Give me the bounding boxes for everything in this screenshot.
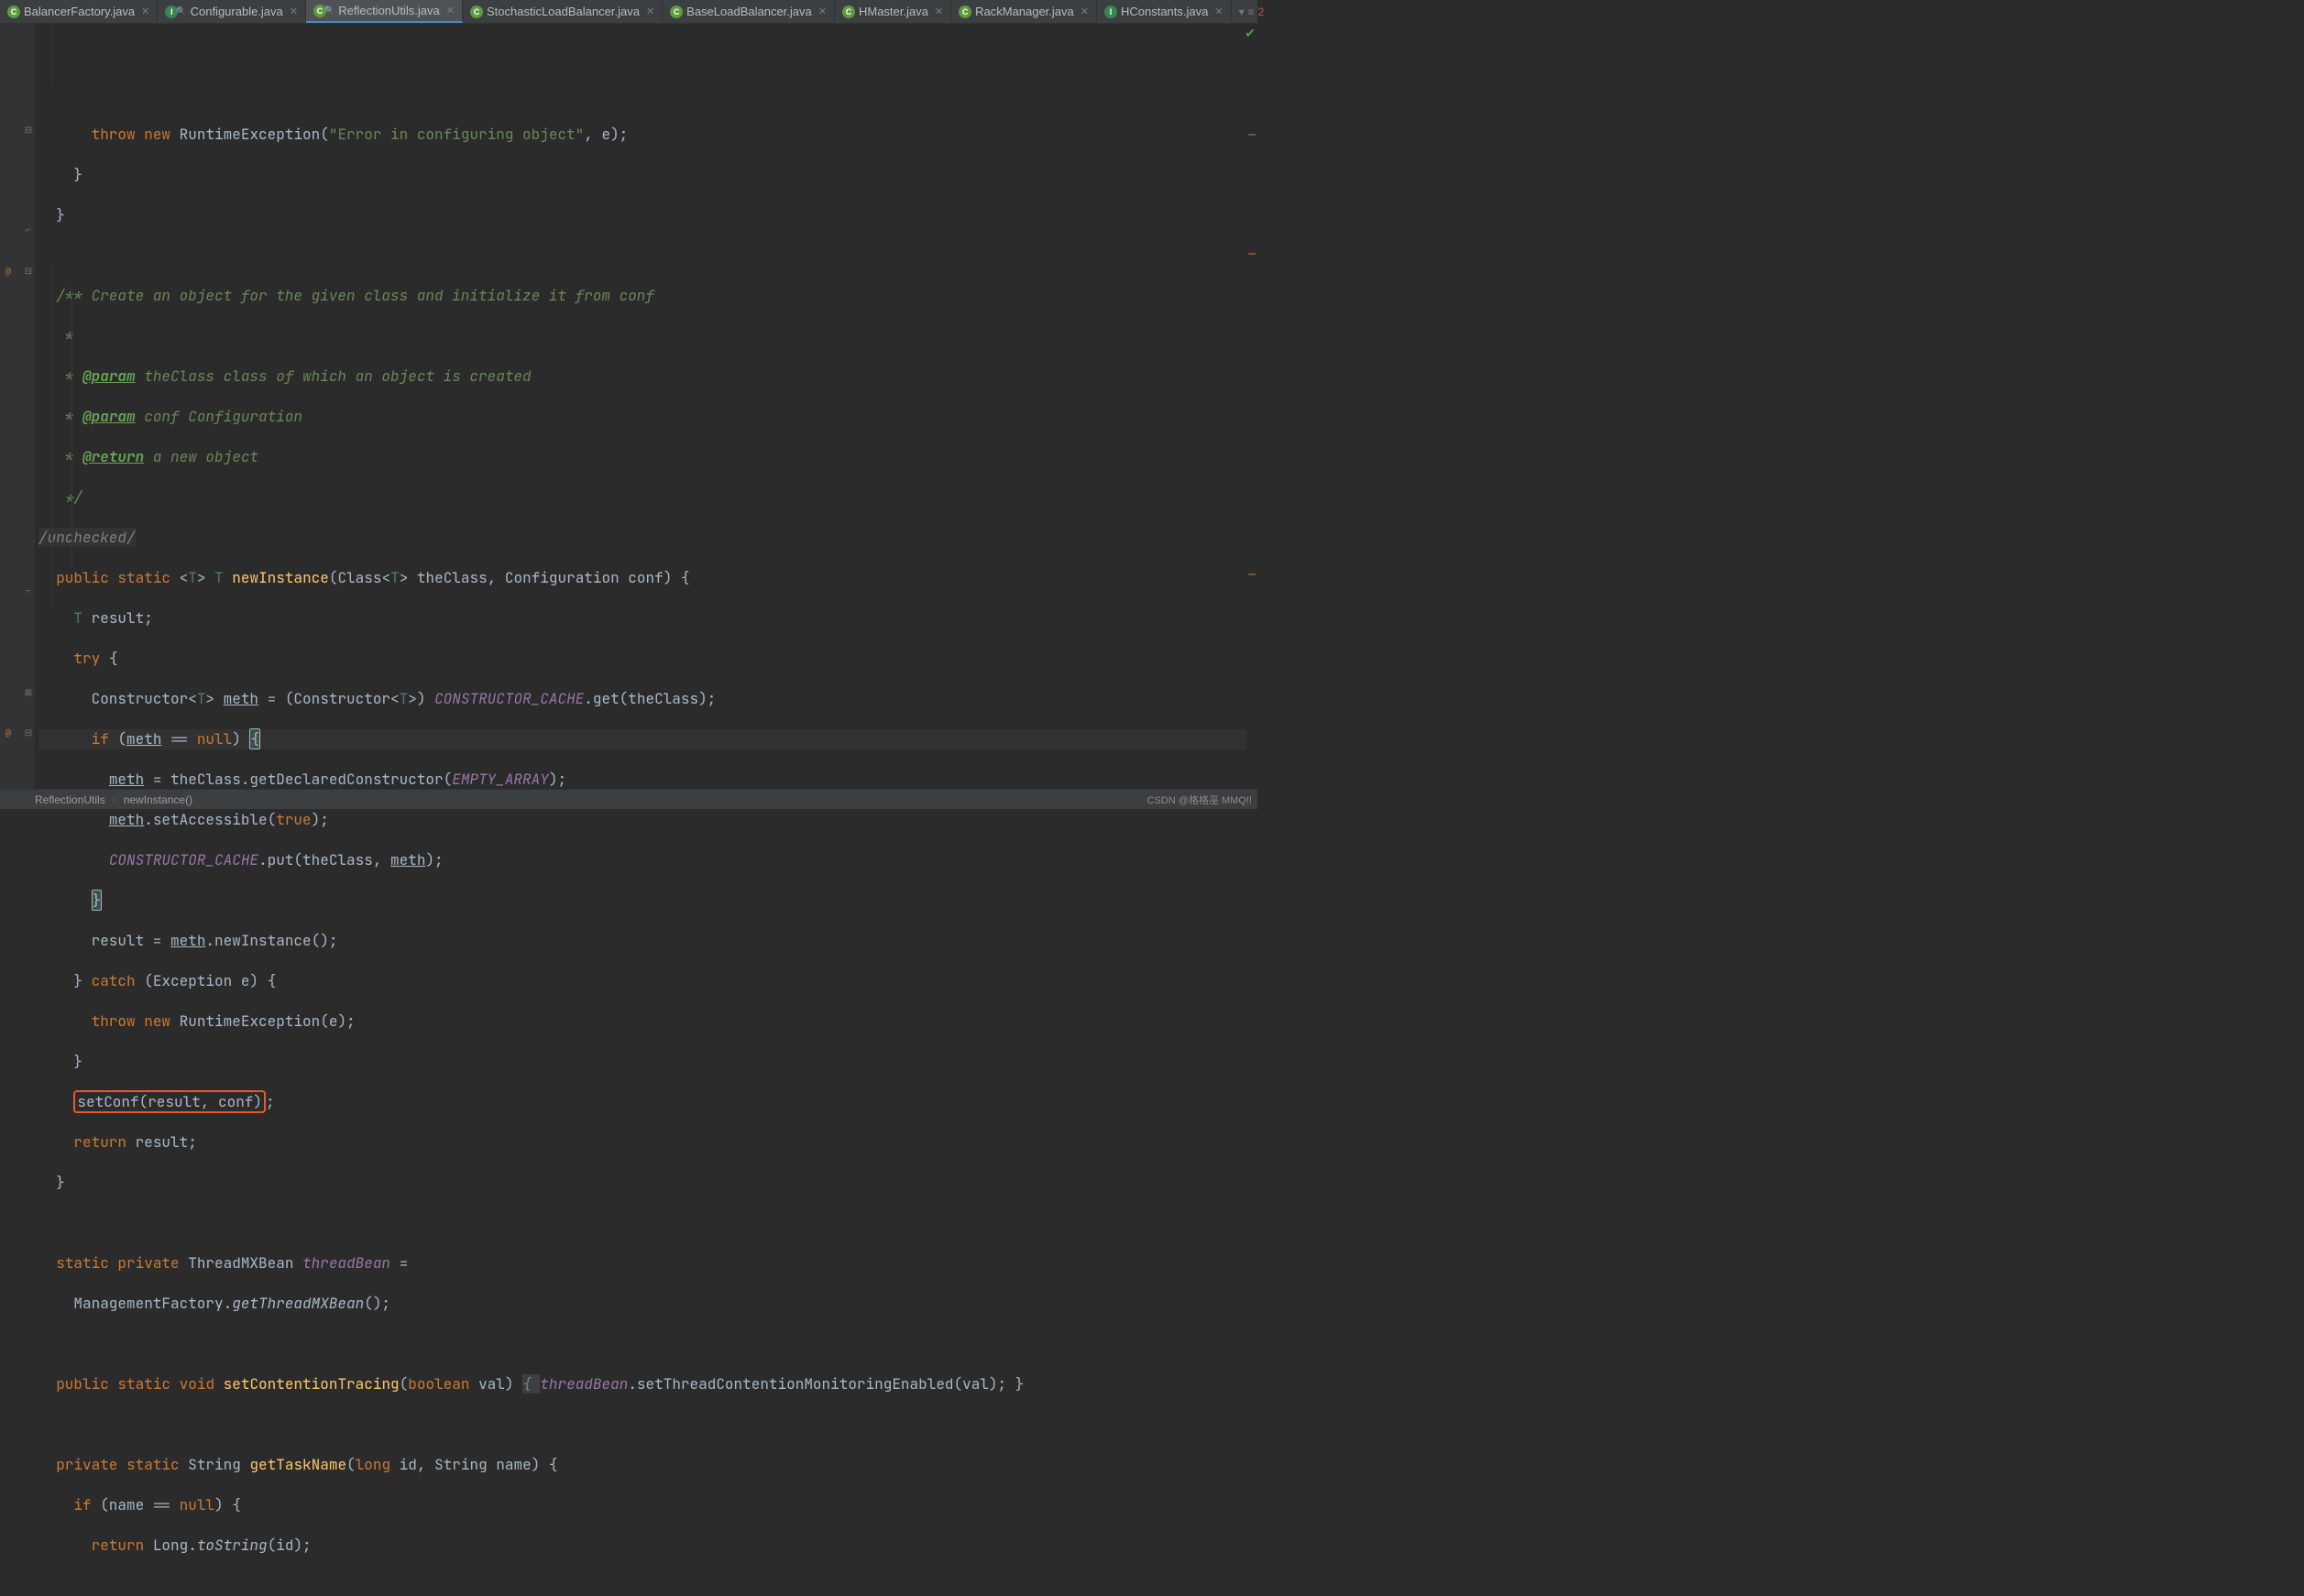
code-line: public static <T> T newInstance(Class<T>… — [38, 568, 1257, 588]
tab-stochasticloadbalancer-java[interactable]: C StochasticLoadBalancer.java ✕ — [463, 0, 663, 23]
code-line — [38, 246, 1257, 266]
highlighted-call: setConf(result, conf) — [73, 1090, 266, 1113]
code-line: * — [38, 326, 1257, 346]
tab-label: HConstants.java — [1121, 5, 1208, 18]
breadcrumb-sep: › — [113, 793, 116, 806]
watermark: CSDN @格格巫 MMQ!! — [1147, 793, 1252, 807]
code-line: public static void setContentionTracing(… — [38, 1374, 1257, 1394]
fold-doc-start[interactable]: ⊟ — [24, 125, 33, 134]
code-line: } — [38, 1052, 1257, 1072]
class-icon: C — [842, 5, 855, 18]
code-line: return Long.toString(id); — [38, 1536, 1257, 1556]
interface-icon: I — [1104, 5, 1117, 18]
close-icon[interactable]: ✕ — [1081, 5, 1089, 17]
class-icon: C — [470, 5, 483, 18]
close-icon[interactable]: ✕ — [818, 5, 827, 17]
problems-list-icon[interactable]: ≡ — [1248, 5, 1255, 18]
breadcrumb-class[interactable]: ReflectionUtils — [35, 793, 105, 806]
close-icon[interactable]: ✕ — [935, 5, 943, 17]
code-line: */ — [38, 487, 1257, 508]
problems-dropdown-icon[interactable]: ▾ — [1239, 5, 1245, 18]
code-line — [38, 1213, 1257, 1233]
code-line: * @param conf Configuration — [38, 407, 1257, 427]
code-line: if (meth == null) { — [38, 729, 1257, 749]
inspection-ok-icon[interactable]: ✔ — [1245, 26, 1256, 42]
close-icon[interactable]: ✕ — [141, 5, 149, 17]
code-line: return result; — [38, 1132, 1257, 1153]
code-line: } — [38, 165, 1257, 185]
close-icon[interactable]: ✕ — [1214, 5, 1223, 17]
code-line: * @return a new object — [38, 447, 1257, 467]
code-line: CONSTRUCTOR_CACHE.put(theClass, meth); — [38, 850, 1257, 870]
class-icon: C — [7, 5, 20, 18]
code-line: } — [38, 891, 1257, 911]
tab-label: RackManager.java — [975, 5, 1074, 18]
code-line: private static String getTaskName(long i… — [38, 1455, 1257, 1475]
code-line: setConf(result, conf); — [38, 1092, 1257, 1112]
tab-label: BalancerFactory.java — [24, 5, 135, 18]
tab-label: HMaster.java — [859, 5, 928, 18]
tab-configurable-java[interactable]: I🔍Configurable.java✕ — [158, 0, 306, 23]
code-line: /** Create an object for the given class… — [38, 286, 1257, 306]
code-area[interactable]: throw new RuntimeException("Error in con… — [35, 24, 1257, 789]
code-line: /unchecked/ — [38, 528, 1257, 548]
breadcrumb: ReflectionUtils › newInstance() — [0, 789, 1257, 809]
class-icon: C — [959, 5, 971, 18]
code-line: meth = theClass.getDeclaredConstructor(E… — [38, 770, 1257, 790]
tab-label: BaseLoadBalancer.java — [686, 5, 812, 18]
code-line: Constructor<T> meth = (Constructor<T>) C… — [38, 689, 1257, 709]
breadcrumb-method[interactable]: newInstance() — [124, 793, 192, 806]
fold-setcontention[interactable]: ⊞ — [24, 687, 33, 696]
code-line: if (name == null) { — [38, 1495, 1257, 1515]
pin-icon: 🔍 — [324, 5, 335, 16]
tab-right-controls: ▾ ≡ 2 — [1232, 5, 1272, 18]
code-line: throw new RuntimeException(e); — [38, 1011, 1257, 1032]
problems-count[interactable]: 2 — [1258, 5, 1265, 18]
fold-method-start[interactable]: ⊟ — [24, 266, 33, 275]
code-editor[interactable]: ⊟ ⌐ @ ⊟ ⌐ ⊞ @ ⊟ throw new RuntimeExcepti… — [0, 24, 1257, 789]
fold-doc-end[interactable]: ⌐ — [24, 225, 33, 235]
tab-label: Configurable.java — [191, 5, 283, 18]
code-line: } catch (Exception e) { — [38, 971, 1257, 991]
code-line — [38, 1334, 1257, 1354]
code-line — [38, 1415, 1257, 1435]
tab-label: StochasticLoadBalancer.java — [487, 5, 640, 18]
code-line: throw new RuntimeException("Error in con… — [38, 125, 1257, 145]
code-line: static private ThreadMXBean threadBean = — [38, 1253, 1257, 1274]
close-icon[interactable]: ✕ — [446, 5, 455, 16]
code-line: meth.setAccessible(true); — [38, 810, 1257, 830]
pin-icon: 🔍 — [176, 6, 186, 16]
code-line: ManagementFactory.getThreadMXBean(); — [38, 1294, 1257, 1314]
code-line: try { — [38, 649, 1257, 669]
class-icon: C — [670, 5, 683, 18]
tab-balancerfactory-java[interactable]: C BalancerFactory.java ✕ — [0, 0, 158, 23]
override-gutter-icon2[interactable]: @ — [4, 727, 13, 737]
fold-gettask-start[interactable]: ⊟ — [24, 727, 33, 737]
code-line: result = meth.newInstance(); — [38, 931, 1257, 951]
tab-label: ReflectionUtils.java — [338, 4, 440, 17]
override-gutter-icon[interactable]: @ — [4, 266, 13, 275]
code-line: } — [38, 205, 1257, 225]
tab-hmaster-java[interactable]: C HMaster.java ✕ — [835, 0, 951, 23]
tab-reflectionutils-java[interactable]: C🔍ReflectionUtils.java✕ — [306, 0, 463, 23]
editor-tabs: C BalancerFactory.java ✕ I 🔍 Configurable.jav… — [0, 0, 1257, 24]
tab-baseloadbalancer-java[interactable]: CBaseLoadBalancer.java ✕ — [663, 0, 835, 23]
tab-rackmanager-java[interactable]: C RackManager.java ✕ — [951, 0, 1097, 23]
code-line: * @param theClass class of which an obje… — [38, 366, 1257, 387]
editor-scrollbar[interactable]: ✔ — [1246, 24, 1257, 789]
close-icon[interactable]: ✕ — [290, 5, 298, 17]
close-icon[interactable]: ✕ — [646, 5, 654, 17]
fold-method-end[interactable]: ⌐ — [24, 586, 33, 596]
gutter: ⊟ ⌐ @ ⊟ ⌐ ⊞ @ ⊟ — [0, 24, 35, 789]
tab-hconstants-java[interactable]: I HConstants.java ✕ — [1097, 0, 1232, 23]
code-line: } — [38, 1173, 1257, 1193]
code-line: T result; — [38, 608, 1257, 629]
